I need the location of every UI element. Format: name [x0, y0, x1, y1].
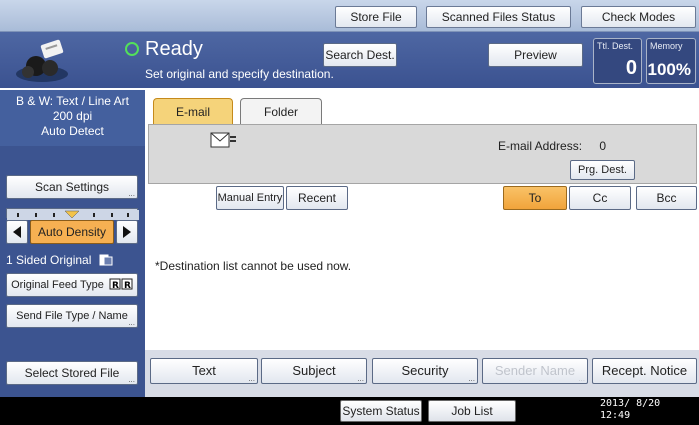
sided-original-option[interactable]: 1 Sided Original	[6, 253, 113, 267]
left-arrow-icon	[13, 226, 21, 238]
system-status-button[interactable]: System Status	[340, 400, 422, 422]
sided-original-label: 1 Sided Original	[6, 253, 92, 267]
auto-density-button[interactable]: Auto Density	[30, 220, 114, 244]
bcc-button[interactable]: Bcc	[636, 186, 697, 210]
search-dest-button[interactable]: Search Dest.	[323, 43, 397, 67]
send-file-type-button[interactable]: Send File Type / Name ...	[6, 304, 138, 328]
original-feed-type-button[interactable]: Original Feed Type R R	[6, 273, 138, 297]
send-file-type-label: Send File Type / Name	[16, 310, 128, 322]
check-modes-button[interactable]: Check Modes	[581, 6, 696, 28]
job-list-button[interactable]: Job List	[428, 400, 516, 422]
ready-status: Ready	[125, 36, 203, 62]
email-icon	[210, 132, 236, 148]
right-arrow-icon	[123, 226, 131, 238]
density-decrease-button[interactable]	[6, 220, 28, 244]
recent-button[interactable]: Recent	[286, 186, 348, 210]
resolution-text: 200 dpi	[52, 109, 93, 123]
manual-entry-button[interactable]: Manual Entry	[216, 186, 284, 210]
svg-text:R: R	[112, 281, 119, 290]
cc-button[interactable]: Cc	[569, 186, 631, 210]
ready-label: Ready	[145, 37, 203, 60]
recept-notice-button[interactable]: Recept. Notice	[592, 358, 697, 384]
email-address-label: E-mail Address:	[498, 139, 583, 153]
total-destinations-value: 0	[625, 57, 637, 79]
density-increase-button[interactable]	[116, 220, 138, 244]
sender-name-button: Sender Name...	[482, 358, 588, 384]
feed-orientation-icon: R R	[109, 278, 133, 291]
program-destination-button[interactable]: Prg. Dest.	[570, 160, 635, 180]
email-address-value: 0	[599, 139, 607, 153]
subject-button[interactable]: Subject...	[261, 358, 367, 384]
total-destinations-counter: Ttl. Dest. 0	[593, 38, 642, 84]
text-button-label: Text	[192, 363, 216, 378]
destination-list-notice: *Destination list cannot be used now.	[155, 259, 352, 273]
to-button[interactable]: To	[503, 186, 567, 210]
memory-counter: Memory 100%	[646, 38, 696, 84]
single-sided-icon	[99, 254, 113, 266]
tab-email[interactable]: E-mail	[153, 98, 233, 124]
select-stored-file-button[interactable]: Select Stored File ...	[6, 361, 138, 385]
store-file-button[interactable]: Store File	[335, 6, 417, 28]
status-message: Set original and specify destination.	[145, 67, 334, 81]
svg-text:R: R	[124, 281, 131, 290]
memory-value: 100%	[647, 60, 691, 79]
original-feed-type-label: Original Feed Type	[11, 279, 104, 291]
memory-label: Memory	[650, 41, 683, 51]
preview-button[interactable]: Preview	[488, 43, 583, 67]
email-address-count: E-mail Address: 0	[498, 139, 606, 153]
subject-button-label: Subject	[292, 363, 336, 378]
density-controls: Auto Density	[6, 220, 138, 244]
date-time-display: 2013/ 8/20 12:49	[600, 398, 660, 422]
ready-indicator-icon	[125, 42, 139, 56]
scan-settings-label: Scan Settings	[34, 180, 110, 194]
scanner-screen: Store File Scanned Files Status Check Mo…	[0, 0, 699, 425]
date-text: 2013/ 8/20	[600, 398, 661, 409]
density-scale	[6, 208, 139, 220]
scan-mode-text: B & W: Text / Line Art	[16, 94, 129, 108]
scanned-files-status-button[interactable]: Scanned Files Status	[426, 6, 571, 28]
size-detect-text: Auto Detect	[41, 124, 104, 138]
text-button[interactable]: Text...	[150, 358, 258, 384]
scanner-logo-icon	[16, 39, 68, 82]
density-marker-icon	[7, 210, 139, 220]
security-button[interactable]: Security...	[372, 358, 478, 384]
tab-folder[interactable]: Folder	[240, 98, 322, 124]
scan-info: B & W: Text / Line Art 200 dpi Auto Dete…	[0, 90, 145, 146]
sender-name-button-label: Sender Name	[494, 363, 576, 378]
scan-settings-button[interactable]: Scan Settings ...	[6, 175, 138, 199]
total-destinations-label: Ttl. Dest.	[597, 41, 634, 51]
time-text: 12:49	[600, 410, 631, 421]
select-stored-file-label: Select Stored File	[24, 366, 120, 380]
security-button-label: Security	[401, 363, 449, 378]
